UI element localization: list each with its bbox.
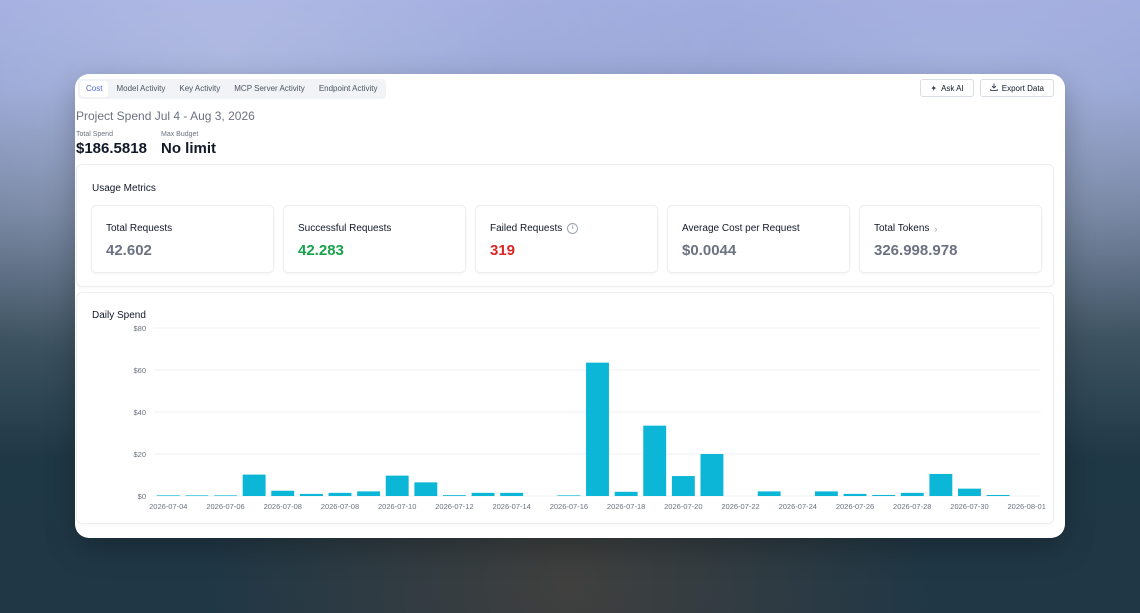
chevron-right-icon[interactable]: › <box>934 224 937 234</box>
bar-2026-07-28[interactable] <box>843 493 867 496</box>
total-spend-label: Total Spend <box>76 131 113 138</box>
metric-value: $0.0044 <box>682 242 737 259</box>
bar-2026-08-01[interactable] <box>958 488 981 496</box>
info-icon[interactable]: i <box>567 223 579 234</box>
metric-value: 319 <box>490 242 516 259</box>
bar-2026-07-22[interactable] <box>671 476 695 496</box>
x-tick-label: 2026-07-16 <box>550 502 588 511</box>
max-budget-label: Max Budget <box>161 131 199 138</box>
metric-label: Total Requests <box>106 223 173 234</box>
metric-total-tokens[interactable]: Total Tokens › 326.998.978 <box>859 205 1042 273</box>
export-data-button[interactable]: Export Data <box>979 79 1054 97</box>
bar-2026-07-14[interactable] <box>442 495 466 496</box>
metric-value: 42.602 <box>106 242 152 259</box>
metric-total-requests[interactable]: Total Requests 42.602 <box>91 205 274 273</box>
bar-2026-07-20[interactable] <box>614 491 638 496</box>
metric-label: Failed Requests <box>490 223 563 234</box>
x-tick-label: 2026-07-06 <box>206 502 244 511</box>
x-tick-label: 2026-07-04 <box>149 502 187 511</box>
y-tick-label: $20 <box>133 450 146 459</box>
x-tick-label: 2026-07-30 <box>950 502 988 511</box>
x-tick-label: 2026-07-10 <box>378 502 416 511</box>
bar-2026-07-09[interactable] <box>299 493 323 496</box>
ask-ai-label: Ask AI <box>941 83 964 93</box>
bar-2026-07-16[interactable] <box>500 492 524 496</box>
tab-model-activity[interactable]: Model Activity <box>110 81 171 97</box>
daily-spend-card: Daily Spend $0 $20 $40 $60 $80 2026-07-04 2026… <box>76 292 1054 524</box>
bar-2026-07-29[interactable] <box>872 494 896 496</box>
export-data-label: Export Data <box>1001 83 1044 93</box>
metric-label: Successful Requests <box>298 223 392 234</box>
download-icon <box>990 83 998 93</box>
bar-2026-07-04[interactable] <box>156 495 180 496</box>
x-tick-label: 2026-07-08 <box>264 502 302 511</box>
bar-2026-07-05[interactable] <box>185 495 209 496</box>
tab-mcp-server-activity[interactable]: MCP Server Activity <box>228 81 311 97</box>
y-tick-label: $80 <box>133 324 146 333</box>
y-tick-label: $40 <box>133 408 146 417</box>
y-tick-label: $60 <box>133 366 146 375</box>
bar-2026-07-08[interactable] <box>271 490 295 496</box>
tab-cost[interactable]: Cost <box>80 81 109 97</box>
page-title: Project Spend Jul 4 - Aug 3, 2026 <box>76 109 255 123</box>
metric-failed-requests[interactable]: Failed Requests i 319 <box>475 205 658 273</box>
metric-label: Total Tokens <box>874 223 930 234</box>
bar-2026-07-13[interactable] <box>414 482 438 496</box>
bar-2026-07-18[interactable] <box>557 495 581 496</box>
bar-2026-07-30[interactable] <box>900 492 924 496</box>
y-tick-label: $0 <box>138 492 146 501</box>
x-tick-label: 2026-07-14 <box>492 502 530 511</box>
bar-2026-07-10[interactable] <box>328 492 352 496</box>
max-budget-value: No limit <box>161 140 216 157</box>
bar-2026-07-25[interactable] <box>757 491 781 496</box>
top-actions: ✦ Ask AI Export Data <box>920 79 1054 97</box>
tab-endpoint-activity[interactable]: Endpoint Activity <box>313 81 384 97</box>
tab-bar: Cost Model Activity Key Activity MCP Ser… <box>78 79 386 99</box>
max-budget-summary: Max Budget No limit <box>161 131 216 157</box>
x-tick-label: 2026-07-24 <box>779 502 817 511</box>
metric-value: 326.998.978 <box>874 242 958 259</box>
x-tick-label: 2026-07-22 <box>721 502 759 511</box>
x-tick-label: 2026-07-26 <box>836 502 874 511</box>
sparkle-icon: ✦ <box>930 83 938 93</box>
total-spend-value: $186.5818 <box>76 140 147 157</box>
bar-2026-07-23[interactable] <box>700 454 724 496</box>
bar-2026-08-02[interactable] <box>986 494 1010 496</box>
x-tick-label: 2026-07-20 <box>664 502 702 511</box>
metric-value: 42.283 <box>298 242 344 259</box>
bar-2026-07-31[interactable] <box>929 473 953 496</box>
bar-2026-07-19[interactable] <box>586 362 609 496</box>
ask-ai-button[interactable]: ✦ Ask AI <box>920 79 974 97</box>
x-tick-label: 2026-07-12 <box>435 502 473 511</box>
metric-label: Average Cost per Request <box>682 223 800 234</box>
bar-2026-07-15[interactable] <box>471 492 495 496</box>
daily-spend-chart: $0 $20 $40 $60 $80 2026-07-04 2026-07-06 2026-0… <box>133 324 1046 511</box>
bar-2026-07-21[interactable] <box>643 425 667 496</box>
usage-metrics-title: Usage Metrics <box>92 183 156 194</box>
bar-2026-07-11[interactable] <box>357 491 381 496</box>
bar-2026-07-27[interactable] <box>814 491 838 496</box>
x-tick-label: 2026-08-01 <box>1008 502 1046 511</box>
usage-metrics-card: Usage Metrics Total Requests 42.602 Succ… <box>76 164 1054 287</box>
metric-average-cost[interactable]: Average Cost per Request $0.0044 <box>667 205 850 273</box>
bar-2026-07-07[interactable] <box>242 474 266 496</box>
x-tick-label: 2026-07-18 <box>607 502 645 511</box>
x-tick-label: 2026-07-08 <box>321 502 359 511</box>
tab-key-activity[interactable]: Key Activity <box>173 81 226 97</box>
total-spend-summary: Total Spend $186.5818 <box>76 131 147 157</box>
x-tick-label: 2026-07-28 <box>893 502 931 511</box>
bar-2026-07-12[interactable] <box>385 475 409 496</box>
bar-2026-07-06[interactable] <box>214 495 237 496</box>
metric-successful-requests[interactable]: Successful Requests 42.283 <box>283 205 466 273</box>
app-window: Cost Model Activity Key Activity MCP Ser… <box>75 74 1065 538</box>
